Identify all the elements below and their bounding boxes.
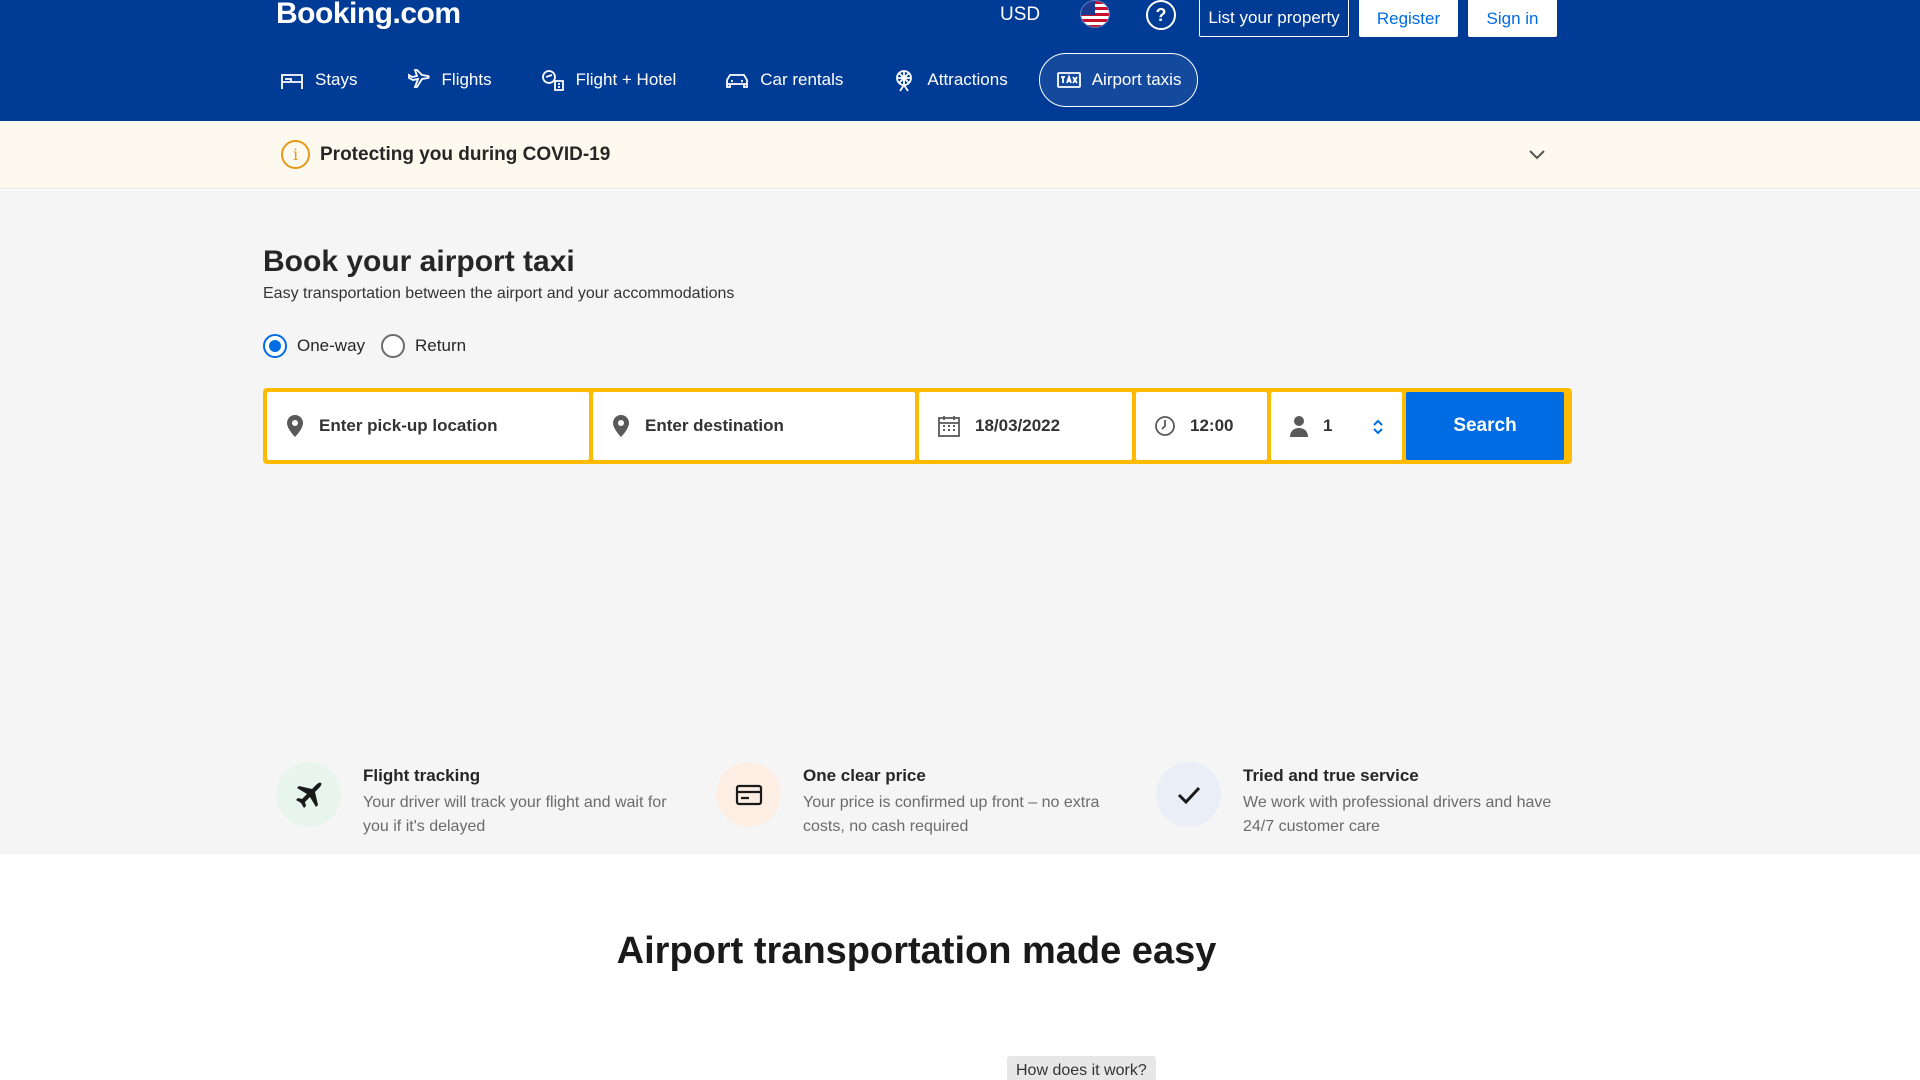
nav-flight-hotel[interactable]: Flight + Hotel	[523, 53, 694, 107]
map-pin-icon	[613, 415, 629, 437]
feature-title: Tried and true service	[1243, 766, 1419, 785]
nav-car-rentals[interactable]: Car rentals	[707, 53, 860, 107]
passengers-field[interactable]: 1	[1271, 392, 1402, 460]
us-flag-icon[interactable]	[1080, 0, 1110, 28]
covid-banner[interactable]: i Protecting you during COVID-19	[0, 121, 1920, 189]
radio-one-way[interactable]: One-way	[263, 334, 365, 358]
nav-label: Flights	[441, 70, 492, 89]
feature-text: Your driver will track your flight and w…	[363, 794, 667, 835]
feature-text: Your price is confirmed up front – no ex…	[803, 794, 1100, 835]
search-bar: Enter pick-up location Enter destination…	[263, 388, 1572, 464]
nav-attractions[interactable]: Attractions	[874, 53, 1024, 107]
feature-trusted-service: Tried and true service We work with prof…	[1156, 760, 1596, 839]
stepper-arrows-icon[interactable]	[1372, 418, 1384, 436]
time-field[interactable]: 12:00	[1136, 392, 1267, 460]
calendar-icon	[938, 416, 960, 437]
header: Booking.com USD ? List your property Reg…	[0, 0, 1920, 121]
map-pin-icon	[287, 415, 303, 437]
list-property-button[interactable]: List your property	[1199, 0, 1349, 37]
info-icon: i	[281, 140, 310, 169]
page-subtitle: Easy transportation between the airport …	[263, 285, 735, 302]
destination-field[interactable]: Enter destination	[593, 392, 915, 460]
pickup-location-placeholder: Enter pick-up location	[319, 416, 498, 435]
bed-icon	[281, 74, 303, 89]
car-icon	[726, 74, 749, 88]
currency-selector[interactable]: USD	[1000, 4, 1040, 26]
feature-flight-tracking: Flight tracking Your driver will track y…	[276, 760, 716, 839]
section-title: Airport transportation made easy	[616, 930, 1217, 972]
feature-title: One clear price	[803, 766, 926, 785]
covid-banner-text: Protecting you during COVID-19	[320, 144, 611, 165]
search-button[interactable]: Search	[1406, 392, 1564, 460]
taxi-icon	[1056, 72, 1081, 88]
clock-icon	[1155, 416, 1175, 436]
radio-label: Return	[415, 336, 467, 355]
date-value: 18/03/2022	[975, 416, 1061, 435]
register-button[interactable]: Register	[1359, 0, 1458, 37]
nav-label: Stays	[315, 70, 358, 89]
radio-return[interactable]: Return	[381, 334, 466, 358]
feature-title: Flight tracking	[363, 766, 481, 785]
attractions-icon	[896, 70, 913, 92]
chevron-down-icon[interactable]	[1528, 149, 1546, 161]
checkmark-icon	[1156, 762, 1221, 827]
features-row: Flight tracking Your driver will track y…	[276, 760, 1596, 839]
person-icon	[1290, 416, 1308, 437]
sign-in-button[interactable]: Sign in	[1468, 0, 1557, 37]
time-value: 12:00	[1190, 416, 1234, 435]
date-field[interactable]: 18/03/2022	[919, 392, 1132, 460]
nav-label: Attractions	[927, 70, 1008, 89]
how-does-it-work-button[interactable]: How does it work?	[1007, 1056, 1156, 1080]
feature-clear-price: One clear price Your price is confirmed …	[716, 760, 1156, 839]
trip-type-selector: One-way Return	[263, 334, 466, 358]
main-nav: Stays Flights Flight + Hotel Car rentals…	[262, 53, 1212, 107]
nav-flights[interactable]: Flights	[389, 53, 509, 107]
flight-hotel-icon	[541, 70, 564, 91]
nav-stays[interactable]: Stays	[262, 53, 375, 107]
page-title: Book your airport taxi	[263, 245, 575, 278]
plane-icon	[276, 762, 341, 827]
nav-label: Car rentals	[760, 70, 844, 89]
radio-button-selected[interactable]	[263, 334, 287, 358]
feature-text: We work with professional drivers and ha…	[1243, 794, 1552, 835]
passengers-value: 1	[1323, 416, 1333, 435]
nav-label: Flight + Hotel	[575, 70, 677, 89]
nav-airport-taxis[interactable]: Airport taxis	[1038, 53, 1199, 107]
radio-button[interactable]	[381, 334, 406, 358]
radio-label: One-way	[297, 336, 366, 355]
pickup-location-field[interactable]: Enter pick-up location	[267, 392, 589, 460]
nav-label: Airport taxis	[1091, 70, 1182, 89]
help-icon[interactable]: ?	[1146, 0, 1176, 30]
plane-icon	[407, 69, 430, 88]
booking-logo[interactable]: Booking.com	[276, 0, 461, 30]
credit-card-icon	[716, 762, 781, 827]
destination-placeholder: Enter destination	[645, 416, 784, 435]
